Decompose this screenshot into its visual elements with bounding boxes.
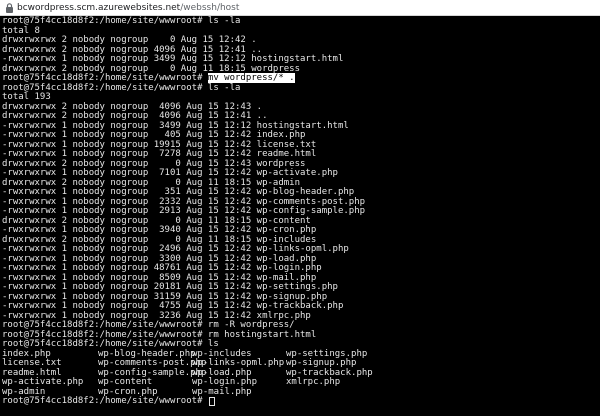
highlighted-command: mv wordpress/* .: [207, 73, 295, 83]
lock-icon: [6, 3, 13, 13]
ls-file-name: wp-cron.php: [98, 386, 158, 397]
terminal-cursor[interactable]: [208, 397, 215, 406]
ls-output-row: wp-activate.php wp-content wp-login.php xml…: [2, 377, 365, 388]
terminal-line: root@75f4cc18d8f2:/home/site/wwwroot# ls…: [2, 82, 241, 93]
terminal-line: root@75f4cc18d8f2:/home/site/wwwroot# ls…: [2, 16, 241, 26]
terminal-prompt: root@75f4cc18d8f2:/home/site/wwwroot#: [2, 73, 208, 83]
url-path: /webssh/host: [180, 3, 240, 13]
url-text[interactable]: bcwordpress.scm.azurewebsites.net/webssh…: [17, 1, 239, 15]
ls-file-name: xmlrpc.php: [286, 377, 341, 387]
url-host: bcwordpress.scm.azurewebsites.net: [17, 3, 181, 13]
terminal-output: root@75f4cc18d8f2:/home/site/wwwroot# ls…: [2, 16, 373, 407]
terminal-prompt: root@75f4cc18d8f2:/home/site/wwwroot#: [2, 396, 208, 406]
browser-address-bar[interactable]: bcwordpress.scm.azurewebsites.net/webssh…: [0, 0, 600, 16]
ls-output-row: wp-admin wp-cron.php wp-mail.php: [2, 386, 365, 398]
ls-file-name: wp-mail.php: [192, 386, 252, 397]
ls-file-name: wp-admin: [2, 386, 46, 397]
web-ssh-terminal[interactable]: root@75f4cc18d8f2:/home/site/wwwroot# ls…: [0, 16, 600, 416]
terminal-current-prompt[interactable]: root@75f4cc18d8f2:/home/site/wwwroot#: [2, 396, 365, 407]
